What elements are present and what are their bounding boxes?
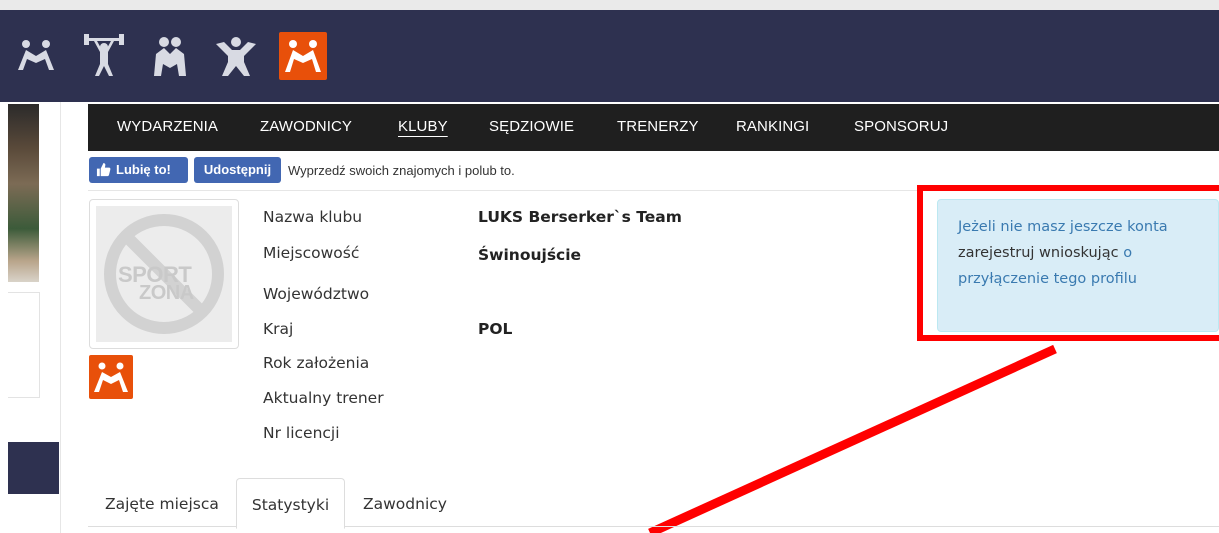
- facebook-prompt: Wyprzedź swoich znajomych i polub to.: [288, 163, 515, 178]
- facebook-share-button[interactable]: Udostępnij: [194, 157, 281, 183]
- tab-zajete-miejsca[interactable]: Zajęte miejsca: [105, 478, 219, 526]
- nav-rankingi[interactable]: RANKINGI: [736, 118, 809, 135]
- weightlifting-icon[interactable]: [80, 32, 128, 80]
- column-divider: [60, 102, 61, 533]
- nav-trenerzy[interactable]: TRENERZY: [617, 118, 699, 135]
- main-nav: WYDARZENIA ZAWODNICY KLUBY SĘDZIOWIE TRE…: [88, 104, 1219, 151]
- club-logo: SPORT ZONA: [89, 199, 239, 349]
- thumbs-up-icon: [96, 162, 111, 177]
- tab-statystyki[interactable]: Statystyki: [236, 478, 345, 529]
- tab-zawodnicy[interactable]: Zawodnicy: [363, 478, 447, 526]
- wrestling-active-icon[interactable]: [279, 32, 327, 80]
- judo-icon[interactable]: [212, 32, 260, 80]
- label-nazwa-klubu: Nazwa klubu: [263, 208, 363, 226]
- nav-sponsoruj[interactable]: SPONSORUJ: [854, 118, 948, 135]
- annotation-highlight-box: [917, 185, 1219, 341]
- wrestling-icon[interactable]: [12, 32, 60, 80]
- nav-zawodnicy[interactable]: ZAWODNICY: [260, 118, 352, 135]
- sidebar-dark-block: [8, 442, 59, 494]
- label-aktualny-trener: Aktualny trener: [263, 389, 384, 407]
- nav-wydarzenia[interactable]: WYDARZENIA: [117, 118, 218, 135]
- nav-kluby[interactable]: KLUBY: [398, 118, 448, 135]
- label-nr-licencji: Nr licencji: [263, 424, 340, 442]
- logo-word-zona: ZONA: [139, 282, 194, 304]
- label-rok-zalozenia: Rok założenia: [263, 354, 370, 372]
- value-miejscowosc: Świnoujście: [478, 246, 582, 264]
- label-kraj: Kraj: [263, 320, 294, 338]
- sportzona-placeholder-logo: SPORT ZONA: [96, 206, 232, 342]
- facebook-like-label: Lubię to!: [116, 162, 171, 177]
- label-wojewodztwo: Województwo: [263, 285, 370, 303]
- value-nazwa-klubu: LUKS Berserker`s Team: [478, 208, 682, 226]
- value-kraj: POL: [478, 320, 513, 338]
- label-miejscowosc: Miejscowość: [263, 244, 360, 262]
- sidebar-photo: [8, 104, 39, 282]
- sidebar-card: [8, 292, 40, 398]
- sport-banner: [0, 10, 1219, 102]
- browser-top-strip: [0, 0, 1219, 10]
- sumo-icon[interactable]: [146, 32, 194, 80]
- facebook-like-button[interactable]: Lubię to!: [89, 157, 188, 183]
- club-sport-wrestling-icon[interactable]: [89, 355, 133, 399]
- nav-sedziowie[interactable]: SĘDZIOWIE: [489, 118, 574, 135]
